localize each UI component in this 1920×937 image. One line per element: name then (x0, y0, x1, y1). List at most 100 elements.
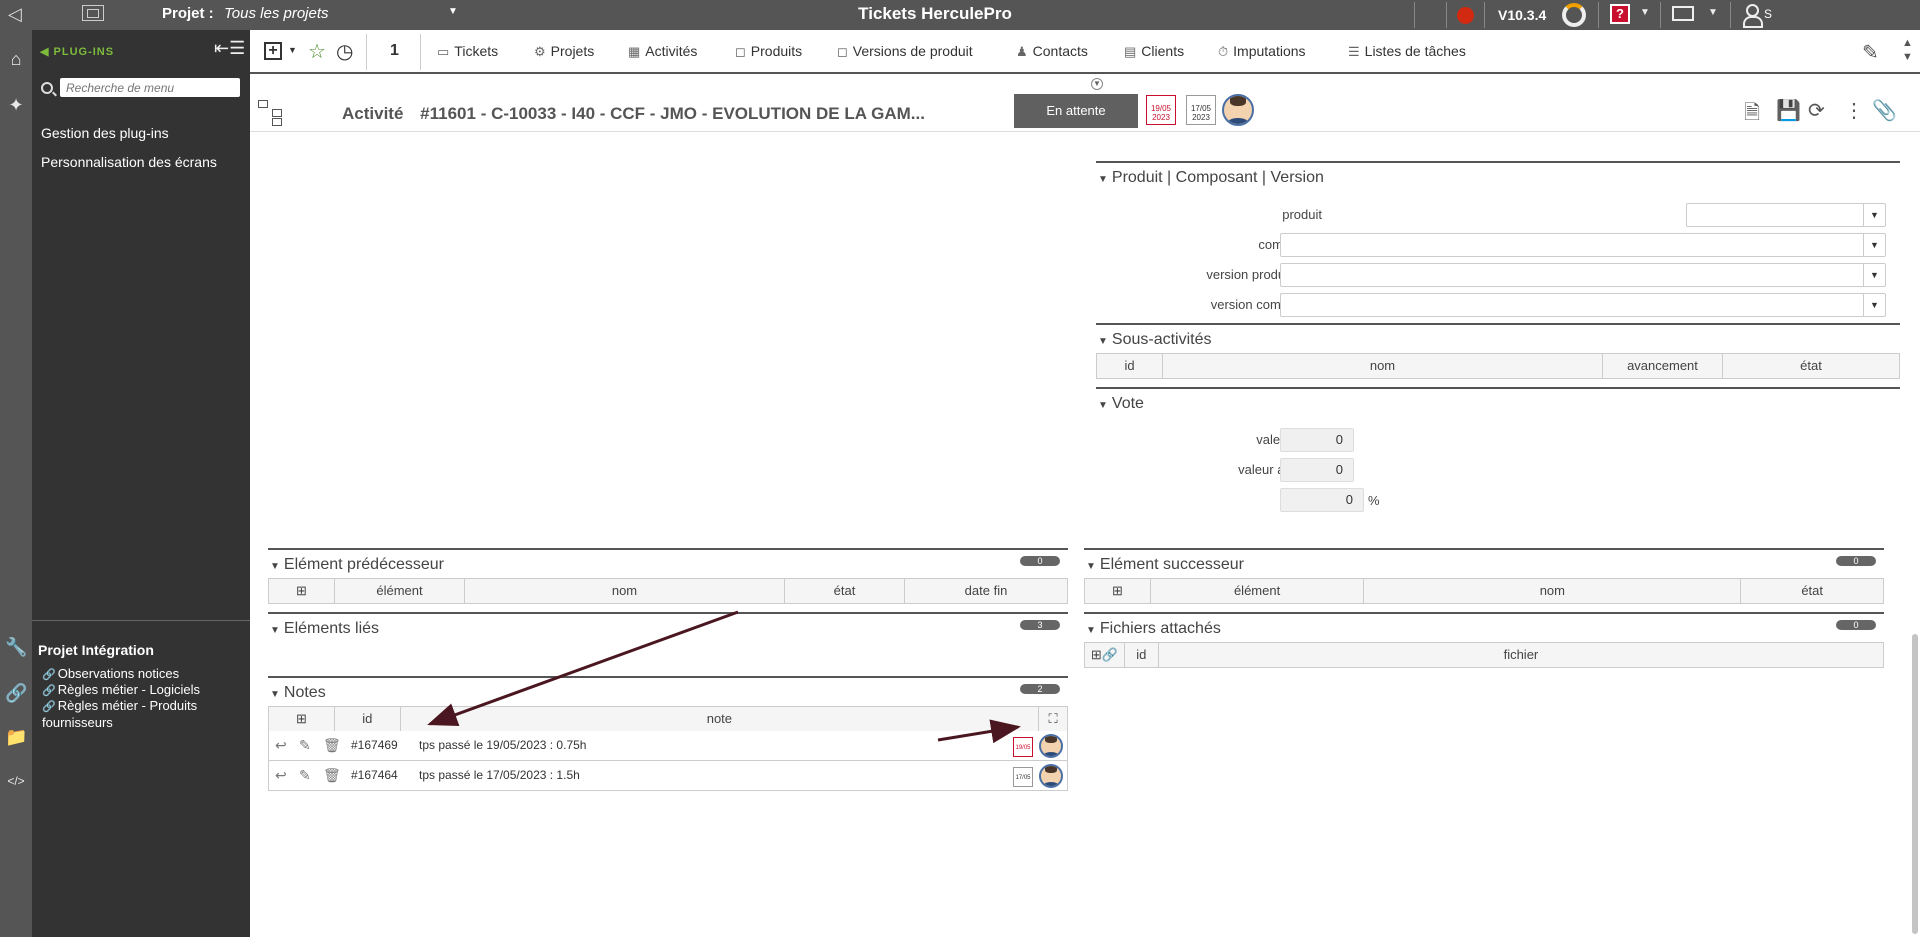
add-link-icon[interactable]: ⊞🔗 (1085, 643, 1125, 667)
nav-clients[interactable]: ▤ Clients (1124, 43, 1184, 60)
folder-icon[interactable]: 📁 (5, 726, 27, 748)
monitor-icon[interactable] (1672, 6, 1694, 21)
version-comp-cible-select[interactable]: ▼ (1280, 293, 1886, 317)
section-title: Vote (1111, 395, 1144, 412)
status-badge[interactable]: En attente (1014, 94, 1138, 128)
scrollbar-thumb[interactable] (1912, 634, 1918, 934)
calendar-icon: 19/05 2023 (1146, 95, 1176, 125)
sidebar-link[interactable]: 🔗 Observations notices (42, 666, 242, 683)
user-icon[interactable] (1742, 4, 1763, 28)
version-produit-cible-select[interactable]: ▼ (1280, 263, 1886, 287)
section-title: Eléments liés (283, 620, 380, 637)
save-icon[interactable]: 💾 (1776, 98, 1801, 123)
refresh-icon[interactable]: ⟳ (1808, 98, 1825, 123)
column-header[interactable]: nom (465, 579, 785, 603)
edit-icon[interactable]: ✎ (299, 767, 311, 784)
wrench-icon[interactable]: 🔧 (5, 636, 27, 658)
help-icon[interactable]: ? (1610, 4, 1630, 24)
composant-select[interactable]: ▼ (1280, 233, 1886, 257)
produit-select[interactable]: ▼ (1686, 203, 1886, 227)
chevron-down-icon[interactable]: ▼ (1708, 7, 1718, 18)
code-icon[interactable]: </> (5, 770, 27, 792)
subactivities-table-header: id nom avancement état (1096, 353, 1900, 379)
column-header[interactable]: id (1125, 643, 1159, 667)
menu-search-input[interactable] (60, 78, 240, 97)
section-header[interactable]: ▼ Fichiers attachés (1084, 612, 1884, 638)
column-header[interactable]: élément (1151, 579, 1365, 603)
nav-contacts[interactable]: ♟ Contacts (1016, 43, 1088, 60)
column-header[interactable]: état (785, 579, 905, 603)
activity-name: - C-10033 - I40 - CCF - JMO - EVOLUTION … (480, 104, 925, 123)
taux-input[interactable]: 0 (1280, 488, 1364, 512)
add-row-icon[interactable]: ⊞ (269, 707, 335, 731)
trash-icon[interactable]: 🗑 (323, 737, 341, 754)
nav-versions[interactable]: ◻ Versions de produit (837, 43, 973, 60)
record-icon[interactable] (1457, 7, 1474, 24)
reply-icon[interactable]: ↩ (275, 767, 287, 784)
attachment-icon[interactable]: 📎 (1872, 98, 1897, 123)
section-header[interactable]: ▼ Vote (1096, 387, 1900, 413)
nav-tickets[interactable]: ▭ Tickets (437, 43, 498, 60)
add-row-icon[interactable]: ⊞ (1085, 579, 1151, 603)
column-header[interactable]: élément (335, 579, 465, 603)
add-document-icon[interactable]: 🗎 (1744, 98, 1760, 132)
section-header[interactable]: ▼ Eléments liés (268, 612, 1068, 638)
collapse-header-icon[interactable]: ▼ (1091, 78, 1103, 90)
hierarchy-icon[interactable] (258, 100, 288, 126)
section-header[interactable]: ▼ Produit | Composant | Version (1096, 161, 1900, 187)
sidebar-link[interactable]: 🔗 Règles métier - Logiciels (42, 682, 242, 699)
column-header[interactable]: nom (1163, 354, 1603, 378)
column-header[interactable]: nom (1364, 579, 1742, 603)
expand-icon[interactable]: ⛶ (1039, 707, 1067, 731)
valeur-actuelle-input[interactable]: 0 (1280, 458, 1354, 482)
trash-icon[interactable]: 🗑 (323, 767, 341, 784)
collapse-menu-icon[interactable]: ⇤☰ (214, 38, 245, 59)
user-name[interactable]: S (1764, 7, 1772, 21)
column-header[interactable]: date fin (905, 579, 1067, 603)
avatar[interactable] (1222, 94, 1254, 126)
nav-produits[interactable]: ◻ Produits (735, 43, 802, 60)
chevron-down-icon[interactable]: ▼ (1640, 7, 1650, 18)
more-options-icon[interactable]: ⋮ (1844, 98, 1864, 123)
open-items-count[interactable]: 1 (390, 42, 399, 60)
column-header[interactable]: état (1723, 354, 1899, 378)
column-header[interactable]: fichier (1159, 643, 1883, 667)
nav-projets[interactable]: ⚙ Projets (534, 43, 594, 60)
column-header[interactable]: état (1741, 579, 1883, 603)
add-row-icon[interactable]: ⊞ (269, 579, 335, 603)
chevron-down-icon[interactable]: ▼ (288, 45, 297, 55)
sidebar-item-screen-customization[interactable]: Personnalisation des écrans (41, 153, 231, 172)
edit-icon[interactable]: ✎ (299, 737, 311, 754)
sidebar-item-plugins[interactable]: Gestion des plug-ins (41, 124, 231, 143)
history-icon[interactable]: ◷ (336, 39, 353, 64)
column-header[interactable]: id (1097, 354, 1163, 378)
table-row[interactable]: ↩ ✎ 🗑 #167464 tps passé le 17/05/2023 : … (268, 761, 1068, 791)
home-icon[interactable]: ⌂ (5, 48, 27, 70)
section-header[interactable]: ▼ Elément successeur (1084, 548, 1884, 574)
chart-icon: ▤ (1124, 44, 1137, 59)
valeur-cible-input[interactable]: 0 (1280, 428, 1354, 452)
pencil-icon[interactable]: ✎ (1862, 40, 1879, 65)
add-icon[interactable]: + (264, 42, 282, 60)
divider (420, 34, 421, 70)
calendar-icon: 17/05 2023 (1186, 95, 1216, 125)
nav-label: Versions de produit (852, 43, 973, 59)
column-header[interactable]: id (335, 707, 401, 731)
table-row[interactable]: ↩ ✎ 🗑 #167469 tps passé le 19/05/2023 : … (268, 731, 1068, 761)
column-header[interactable]: note (401, 707, 1040, 731)
loading-ring-icon[interactable] (1562, 3, 1586, 27)
link-icon[interactable]: 🔗 (5, 682, 27, 704)
section-header[interactable]: ▼ Notes (268, 676, 1068, 702)
bookmark-star-icon[interactable]: ☆ (308, 39, 326, 64)
section-header[interactable]: ▼ Elément prédécesseur (268, 548, 1068, 574)
scrollbar[interactable] (1910, 134, 1920, 937)
puzzle-icon[interactable]: ✦ (5, 94, 27, 116)
sidebar-link[interactable]: 🔗 Règles métier - Produits fournisseurs (42, 698, 227, 730)
nav-listes-taches[interactable]: ☰ Listes de tâches (1348, 43, 1466, 60)
nav-imputations[interactable]: ⏱ Imputations (1218, 43, 1306, 60)
section-header[interactable]: ▼ Sous-activités (1096, 323, 1900, 349)
nav-activites[interactable]: ▦ Activités (628, 43, 697, 60)
reply-icon[interactable]: ↩ (275, 737, 287, 754)
column-header[interactable]: avancement (1603, 354, 1723, 378)
up-down-arrows-icon[interactable]: ▲ ▼ (1902, 36, 1913, 64)
